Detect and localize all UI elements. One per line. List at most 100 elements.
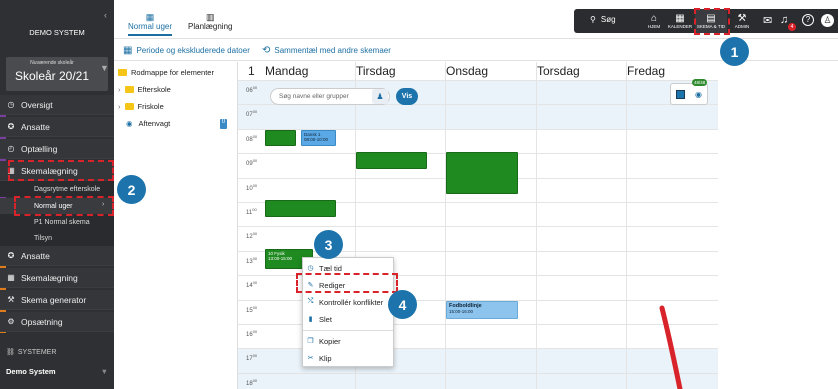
menu-item-label: Klip <box>319 353 332 363</box>
periode-label: Periode og ekskluderede datoer <box>136 46 250 55</box>
event-dansk[interactable]: Dansk 1 08:00-10:00 <box>301 130 336 146</box>
tree-item-efterskole[interactable]: › Efterskole <box>118 85 171 94</box>
time-label: 1100 <box>246 207 257 216</box>
event-block[interactable] <box>356 152 427 169</box>
menu-item-kontroller[interactable]: ⤭ Kontrollér konflikter <box>303 295 395 309</box>
menu-item-label: Kontrollér konflikter <box>319 297 384 307</box>
menu-item-kopier[interactable]: ❐ Kopier <box>303 334 395 348</box>
time-row[interactable]: 0700 <box>238 104 718 129</box>
demo-system-selector[interactable]: Demo System ▼ <box>6 367 108 376</box>
link-icon: ⛓ <box>6 349 15 356</box>
sidebar-subitem-p1[interactable]: P1 Normal skema <box>0 214 114 230</box>
time-minute: 00 <box>252 255 258 261</box>
system-name: DEMO SYSTEM <box>29 28 85 37</box>
dropdown-arrow-icon: ▼ <box>100 367 108 376</box>
time-minute: 00 <box>252 109 258 115</box>
school-year-label: Nuværende skoleår <box>30 60 74 66</box>
time-minute: 00 <box>252 85 258 90</box>
nav-kalender[interactable]: ▦ KALENDER <box>666 9 694 33</box>
time-hour: 15 <box>246 307 253 314</box>
help-icon[interactable]: ? <box>802 14 814 26</box>
time-label: 1500 <box>246 305 257 314</box>
calendar-icon: ▦ <box>675 13 685 24</box>
sidebar-item-optaelling[interactable]: ◴ Optælling <box>0 139 114 159</box>
vis-button[interactable]: Vis <box>396 88 418 105</box>
sidebar-item-label: Skema generator <box>21 294 87 305</box>
highlight-skemalaegning <box>8 160 114 181</box>
menu-item-klip[interactable]: ✂ Klip <box>303 351 395 365</box>
tab-underline <box>128 34 172 36</box>
event-block[interactable] <box>265 200 336 217</box>
users-icon: ✪ <box>7 121 15 131</box>
users-icon: ✪ <box>7 250 15 260</box>
calendar-icon: ▦ <box>145 12 155 22</box>
event-time: 08:00-10:00 <box>304 137 329 142</box>
trash-icon: ▮ <box>308 316 313 323</box>
time-label: 1700 <box>246 353 257 362</box>
sidebar-item-ansatte[interactable]: ✪ Ansatte <box>0 117 114 137</box>
nav-label: HJEM <box>647 24 661 29</box>
sidebar-subitem-tilsyn[interactable]: Tilsyn <box>0 230 114 246</box>
grid-icon: ▥ <box>205 12 215 22</box>
folder-icon <box>124 103 134 110</box>
bell-icon[interactable]: ♫ <box>780 14 788 26</box>
user-avatar-icon[interactable]: ♙ <box>821 14 834 27</box>
sidebar-item-label: Ansatte <box>21 250 50 261</box>
sidebar: ‹ DEMO SYSTEM Nuværende skoleår Skoleår … <box>0 0 114 389</box>
day-header-mandag: Mandag <box>265 64 309 78</box>
col-divider <box>536 62 537 389</box>
day-header-fredag: Fredag <box>627 64 666 78</box>
tree-item-aftenvagt[interactable]: ◉ Aftenvagt 0 <box>118 119 230 129</box>
time-label: 1400 <box>246 280 257 289</box>
periode-link[interactable]: ▦ Periode og ekskluderede datoer <box>123 45 250 56</box>
menu-item-slet[interactable]: ▮ Slet <box>303 312 395 326</box>
sidebar-item-skema-generator[interactable]: ⚒ Skema generator <box>0 290 114 310</box>
sidebar-subitem-dagsrytme[interactable]: Dagsrytme efterskole <box>0 181 114 197</box>
time-label: 1200 <box>246 231 257 240</box>
notification-badge: 4 <box>788 23 796 31</box>
nav-hjem[interactable]: ⌂ HJEM <box>642 9 666 33</box>
sidebar-item-label: Oversigt <box>21 99 53 110</box>
sidebar-item-skemalaegning-2[interactable]: ▦ Skemalægning <box>0 268 114 288</box>
time-minute: 00 <box>252 329 258 334</box>
sidebar-item-label: Ansatte <box>21 121 50 132</box>
red-pen-stroke <box>659 305 683 389</box>
menu-item-label: Kopier <box>319 336 341 346</box>
search-button[interactable]: ⚲ Søg <box>590 15 616 24</box>
tab-label: Normal uger <box>128 22 173 31</box>
tab-normal-uger[interactable]: ▦ Normal uger <box>128 12 172 31</box>
tab-planlaegning[interactable]: ▥ Planlægning <box>188 12 232 31</box>
event-block[interactable] <box>265 130 296 146</box>
tree-root[interactable]: Rodmappe for elementer <box>118 68 214 77</box>
nav-admin[interactable]: ⚒ ADMIN <box>732 9 752 33</box>
event-fodboldlinje[interactable]: Fodboldlinje 15:00-16:00 <box>446 301 518 319</box>
filter-widget[interactable]: ◉ 48/48 <box>670 79 708 105</box>
time-minute: 00 <box>252 207 257 212</box>
sidebar-item-oversigt[interactable]: ◷ Oversigt <box>0 95 114 115</box>
sammentael-link[interactable]: ⟲ Sammentæl med andre skemaer <box>262 45 391 56</box>
sammentael-label: Sammentæl med andre skemaer <box>274 46 391 55</box>
menu-divider <box>303 330 393 331</box>
highlight-normal-uger <box>14 196 114 216</box>
step-1-marker: 1 <box>720 37 749 66</box>
menu-item-label: Tæl tid <box>319 263 342 273</box>
event-block[interactable] <box>446 152 518 194</box>
person-filter-button[interactable]: ♟ <box>372 89 388 104</box>
counter-badge: 48/48 <box>692 79 708 86</box>
time-hour: 18 <box>246 380 253 387</box>
sidebar-item-ansatte-2[interactable]: ✪ Ansatte <box>0 246 114 266</box>
tree-item-friskole[interactable]: › Friskole <box>118 102 164 111</box>
search-icon: ⚲ <box>590 15 596 24</box>
time-row[interactable]: 1800 <box>238 372 718 389</box>
eye-icon: ◉ <box>695 90 702 99</box>
systemer-heading: ⛓ SYSTEMER <box>6 348 56 357</box>
time-row[interactable]: 1200 <box>238 226 718 250</box>
school-year-selector[interactable]: Nuværende skoleår Skoleår 20/21 ▼ <box>6 57 109 91</box>
mail-icon[interactable]: ✉ <box>763 14 772 27</box>
sidebar-item-opsaetning[interactable]: ⚙ Opsætning <box>0 312 114 332</box>
collapse-chevron-icon[interactable]: ‹ <box>104 10 107 20</box>
school-year-value: Skoleår 20/21 <box>14 69 90 83</box>
dashboard-icon: ◷ <box>7 99 15 109</box>
tree-item-label: Friskole <box>137 102 164 111</box>
sidebar-item-label: Opsætning <box>21 316 63 327</box>
